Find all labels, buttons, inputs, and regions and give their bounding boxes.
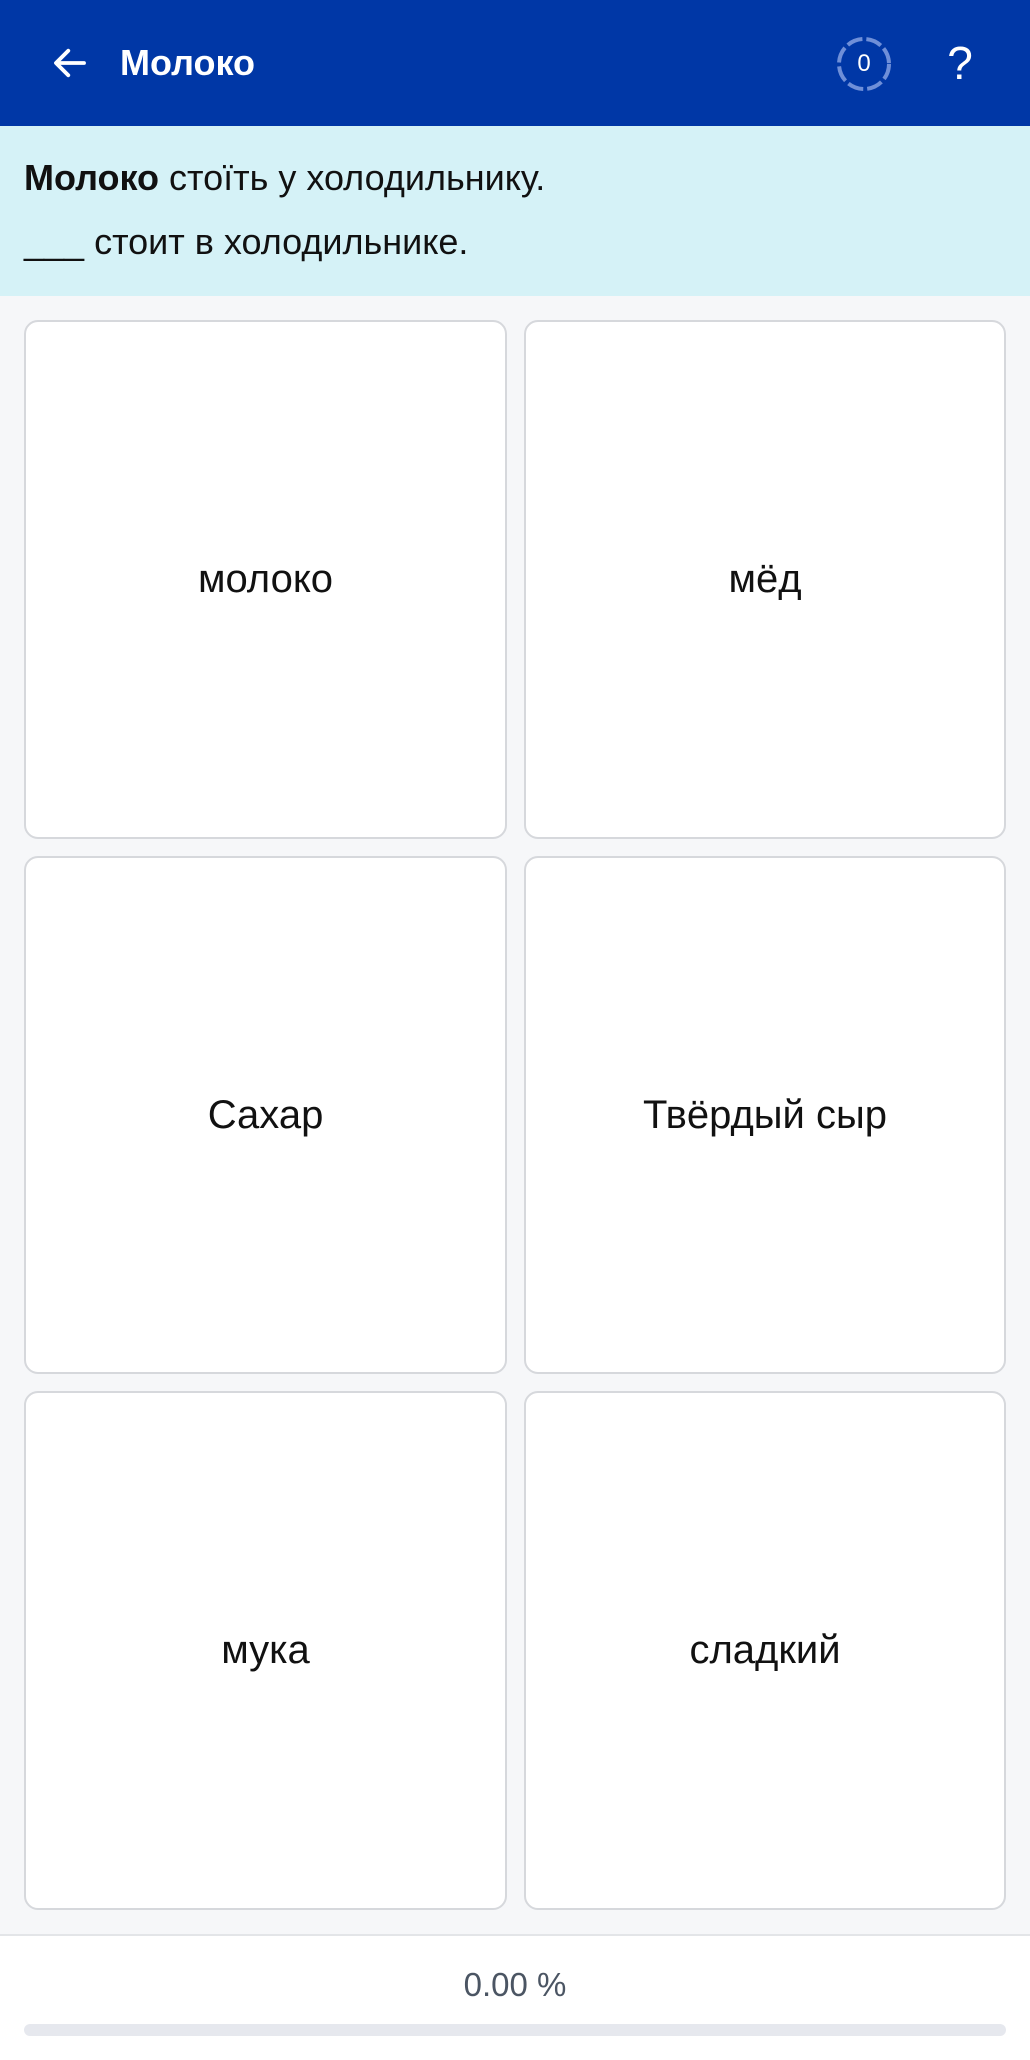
answer-option[interactable]: сладкий [524, 1391, 1006, 1910]
progress-footer: 0.00 % [0, 1934, 1030, 2060]
page-title: Молоко [120, 42, 255, 83]
target-sentence: ___ стоит в холодильнике. [24, 220, 1006, 264]
answer-option[interactable]: Сахар [24, 856, 507, 1374]
back-button[interactable] [40, 33, 100, 93]
answer-option[interactable]: Твёрдый сыр [524, 856, 1006, 1374]
help-button[interactable]: ? [935, 30, 985, 96]
app-header: Молоко 0 ? [0, 0, 1030, 126]
answer-option[interactable]: мука [24, 1391, 507, 1910]
progress-percent: 0.00 % [463, 1966, 567, 2003]
answer-option[interactable]: мёд [524, 320, 1006, 839]
answer-option[interactable]: молоко [24, 320, 507, 839]
target-blank: ___ [24, 221, 85, 262]
app-root: Молоко 0 ? Молоко стоїть у холодильнику.… [0, 0, 1030, 2060]
target-sentence-rest: стоит в холодильнике. [84, 221, 469, 262]
score-counter[interactable]: 0 [835, 35, 893, 93]
source-sentence: Молоко стоїть у холодильнику. [24, 156, 1006, 200]
answer-options-grid: молоко мёд Сахар Твёрдый сыр мука сладки… [24, 320, 1006, 1910]
progress-bar [24, 2024, 1006, 2036]
question-prompt: Молоко стоїть у холодильнику. ___ стоит … [0, 126, 1030, 296]
source-highlight-word: Молоко [24, 157, 159, 198]
source-sentence-rest: стоїть у холодильнику. [159, 157, 546, 198]
arrow-left-icon [54, 48, 86, 78]
counter-value: 0 [857, 50, 871, 77]
